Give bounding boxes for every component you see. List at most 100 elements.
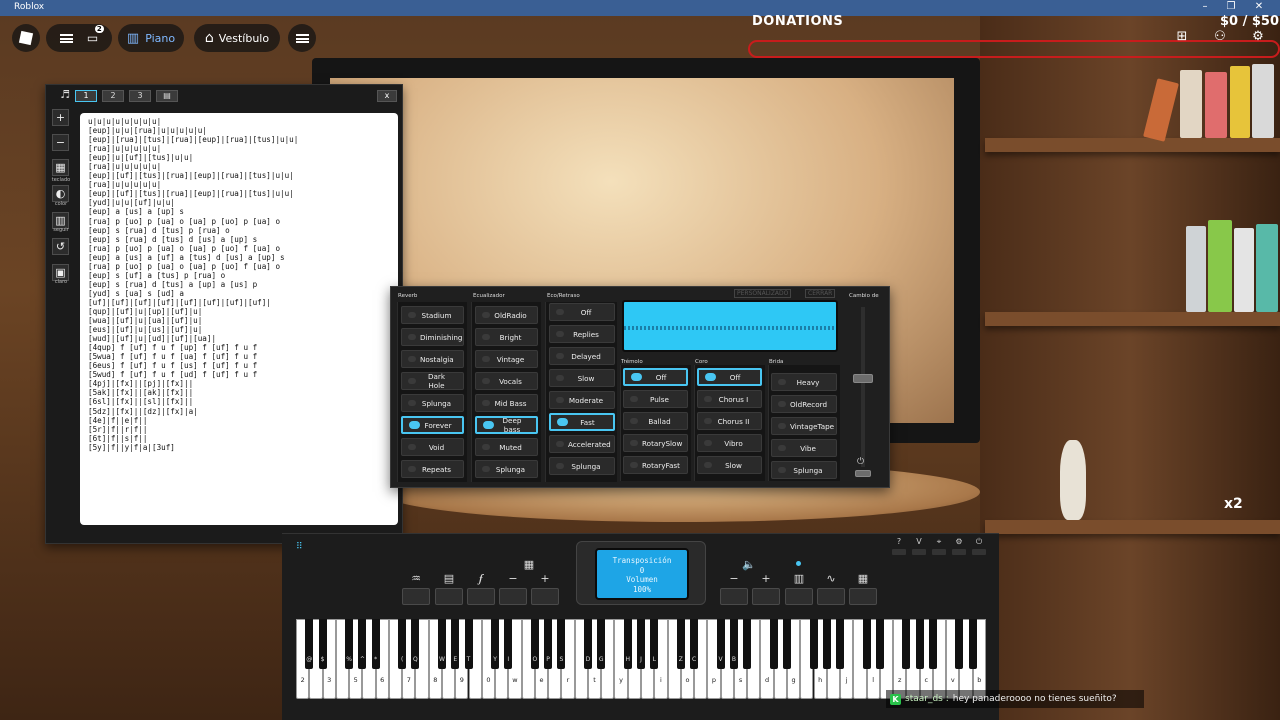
black-key[interactable]: L [650, 619, 659, 669]
fx-option-flange[interactable]: Splunga [771, 461, 837, 479]
minimize-icon[interactable]: – [1196, 1, 1214, 12]
sheet-notes-text[interactable]: u|u|u|u|u|u|u|u| [eup]|u|u|[rua]|u|u|u|u… [88, 117, 388, 517]
black-key[interactable]: E [451, 619, 460, 669]
fx-option-chorus[interactable]: Chorus I [697, 390, 762, 408]
fx-option-echo[interactable]: Moderate [549, 391, 615, 409]
fx-option-tremolo[interactable]: Ballad [623, 412, 688, 430]
black-key[interactable]: T [464, 619, 473, 669]
pitch-reset-button[interactable] [855, 470, 871, 477]
black-key[interactable] [862, 619, 871, 669]
version-icon[interactable]: V [912, 537, 926, 546]
metronome-button[interactable] [402, 588, 430, 605]
black-key[interactable]: $ [318, 619, 327, 669]
fx-option-eq[interactable]: Muted [475, 438, 538, 456]
fx-option-eq[interactable]: Splunga [475, 460, 538, 478]
fx-option-echo[interactable]: Replies [549, 325, 615, 343]
power-icon[interactable]: ⏻ [972, 537, 986, 547]
settings-icon[interactable]: ⚙ [1250, 30, 1266, 44]
main-menu-button[interactable] [288, 24, 316, 52]
fx-option-tremolo[interactable]: Off [623, 368, 688, 386]
roblox-menu-button[interactable] [12, 24, 40, 52]
black-key[interactable] [968, 619, 977, 669]
fx-option-chorus[interactable]: Chorus II [697, 412, 762, 430]
fx-option-flange[interactable]: VintageTape [771, 417, 837, 435]
black-key[interactable]: ( [398, 619, 407, 669]
fx-option-eq[interactable]: Deep bass [475, 416, 538, 434]
menu-chat-group[interactable]: ▭ 2 [46, 24, 112, 52]
transpose-up-button[interactable] [531, 588, 559, 605]
drag-handle-icon[interactable]: ⠿ [296, 542, 303, 552]
black-key[interactable]: Y [491, 619, 500, 669]
fx-option-eq[interactable]: Bright [475, 328, 538, 346]
fx-option-reverb[interactable]: Void [401, 438, 464, 456]
black-key[interactable]: W [437, 619, 446, 669]
fx-option-echo[interactable]: Slow [549, 369, 615, 387]
color-icon[interactable]: ◐ [52, 185, 69, 202]
fx-option-reverb[interactable]: Nostalgia [401, 350, 464, 368]
black-key[interactable]: Q [411, 619, 420, 669]
fx-option-reverb[interactable]: Diminishing [401, 328, 464, 346]
close-effects-button[interactable]: CERRAR [805, 289, 836, 298]
fx-option-chorus[interactable]: Off [697, 368, 762, 386]
black-key[interactable] [902, 619, 911, 669]
version-pad[interactable] [912, 549, 926, 555]
fx-option-eq[interactable]: Vintage [475, 350, 538, 368]
black-key[interactable] [743, 619, 752, 669]
pitch-slider-thumb[interactable] [853, 374, 873, 383]
black-key[interactable]: % [345, 619, 354, 669]
gear-icon[interactable]: ⚙ [952, 537, 966, 546]
keys-mode-button[interactable] [785, 588, 813, 605]
black-key[interactable]: H [623, 619, 632, 669]
fx-option-reverb[interactable]: Splunga [401, 394, 464, 412]
fx-option-echo[interactable]: Accelerated [549, 435, 615, 453]
camera-icon[interactable]: ⌖ [932, 537, 946, 547]
fx-option-flange[interactable]: Heavy [771, 373, 837, 391]
sheet-paper[interactable]: u|u|u|u|u|u|u|u| [eup]|u|u|[rua]|u|u|u|u… [80, 113, 398, 525]
power-icon[interactable]: ⏻ [857, 457, 864, 467]
black-key[interactable] [955, 619, 964, 669]
fx-option-echo[interactable]: Delayed [549, 347, 615, 365]
help-pad[interactable] [892, 549, 906, 555]
black-key[interactable] [836, 619, 845, 669]
fx-option-echo[interactable]: Off [549, 303, 615, 321]
transpose-down-button[interactable] [499, 588, 527, 605]
black-key[interactable]: C [690, 619, 699, 669]
keyboard-icon[interactable]: ▦ [52, 159, 69, 176]
players-icon[interactable]: ⚇ [1212, 30, 1228, 44]
volume-up-button[interactable] [752, 588, 780, 605]
fx-option-eq[interactable]: Vocals [475, 372, 538, 390]
fx-option-reverb[interactable]: Forever [401, 416, 464, 434]
fx-option-chorus[interactable]: Vibro [697, 434, 762, 452]
black-key[interactable] [809, 619, 818, 669]
black-key[interactable]: ^ [358, 619, 367, 669]
lobby-button[interactable]: ⌂ Vestíbulo [194, 24, 280, 52]
fx-option-eq[interactable]: Mid Bass [475, 394, 538, 412]
black-key[interactable] [875, 619, 884, 669]
hamburger-icon[interactable] [59, 33, 73, 43]
black-key[interactable]: J [637, 619, 645, 669]
tab-notes-icon[interactable]: ▤ [156, 90, 178, 102]
black-key[interactable]: V [716, 619, 725, 669]
remove-button[interactable]: − [52, 134, 69, 151]
help-icon[interactable]: ? [892, 537, 906, 546]
sheet-close-button[interactable]: x [377, 90, 397, 102]
fx-option-reverb[interactable]: Dark Hole [401, 372, 464, 390]
fx-option-flange[interactable]: OldRecord [771, 395, 837, 413]
settings-pad[interactable] [952, 549, 966, 555]
effects-button[interactable] [849, 588, 877, 605]
black-key[interactable] [769, 619, 778, 669]
fx-option-echo[interactable]: Fast [549, 413, 615, 431]
black-key[interactable]: * [371, 619, 380, 669]
camera-pad[interactable] [932, 549, 946, 555]
tab-3[interactable]: 3 [129, 90, 151, 102]
fx-option-reverb[interactable]: Repeats [401, 460, 464, 478]
black-key[interactable] [928, 619, 937, 669]
reset-icon[interactable]: ↺ [52, 238, 69, 255]
add-button[interactable]: + [52, 109, 69, 126]
black-key[interactable]: O [530, 619, 539, 669]
black-key[interactable]: G [597, 619, 606, 669]
maximize-icon[interactable]: ❐ [1222, 1, 1240, 12]
wave-button[interactable] [817, 588, 845, 605]
black-key[interactable] [915, 619, 924, 669]
volume-down-button[interactable] [720, 588, 748, 605]
